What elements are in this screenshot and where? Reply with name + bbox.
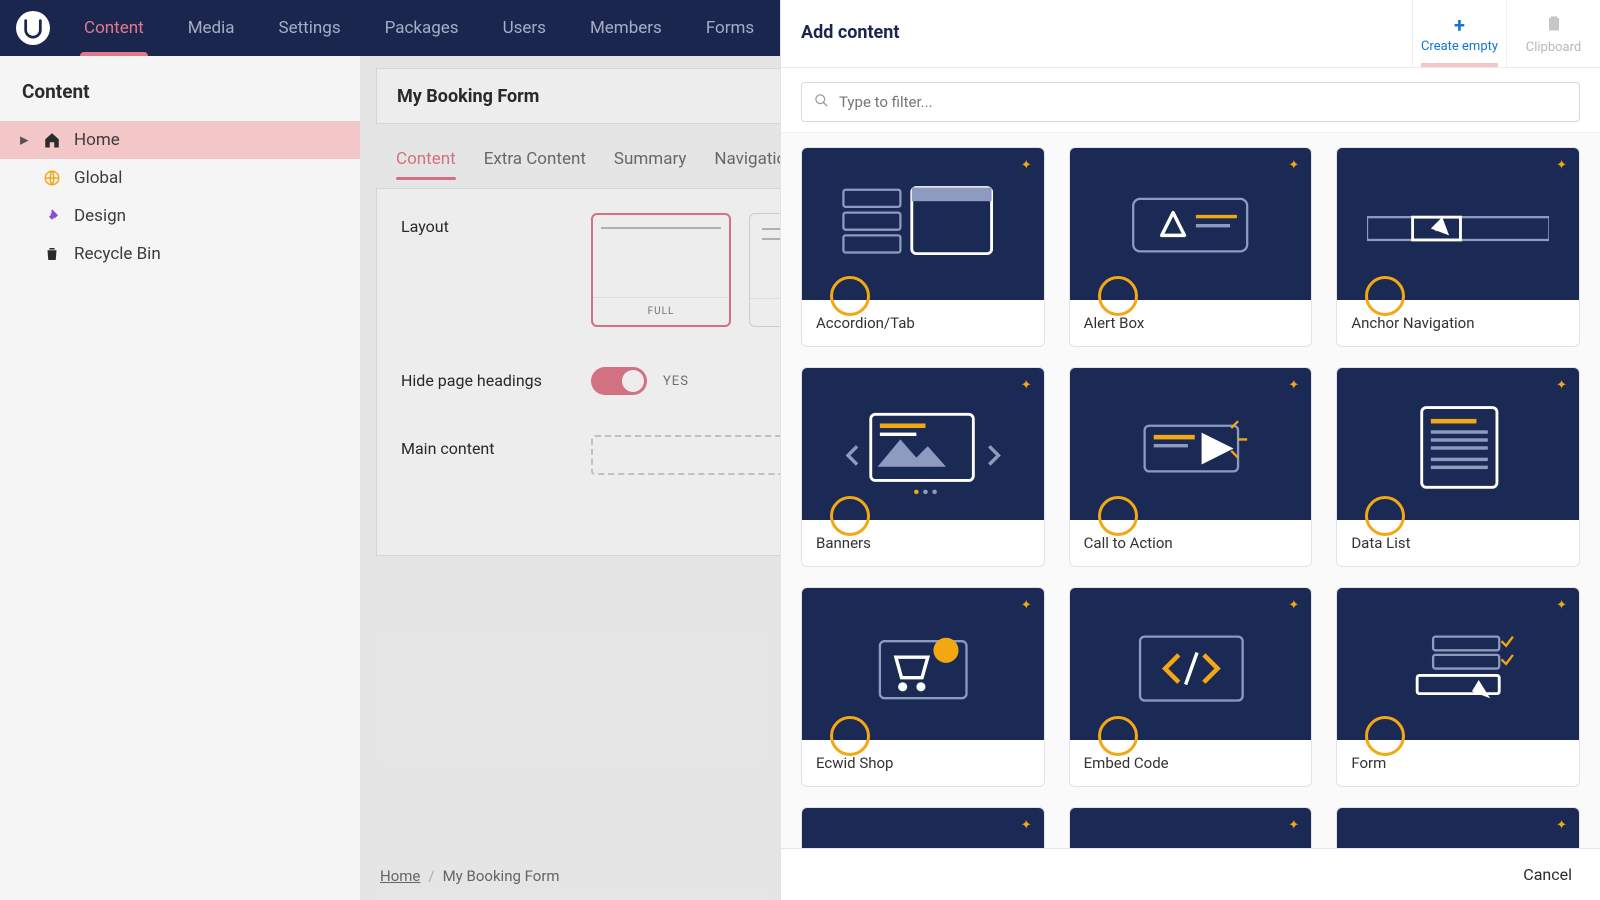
content-type-card[interactable]: ✦Anchor Navigation	[1336, 147, 1580, 347]
breadcrumb-separator: /	[428, 867, 434, 885]
nav-users[interactable]: Users	[485, 0, 564, 56]
layout-option-full[interactable]: FULL	[591, 213, 731, 327]
sidebar-heading: Content	[0, 70, 360, 121]
content-type-card[interactable]: ✦	[1336, 807, 1580, 848]
clipboard-label: Clipboard	[1526, 40, 1582, 55]
globe-icon	[42, 169, 62, 187]
hide-headings-value: YES	[663, 374, 689, 389]
plus-icon: +	[1454, 13, 1465, 37]
chevron-right-icon: ▸	[20, 130, 30, 150]
tree-item-label: Recycle Bin	[74, 244, 161, 264]
gallery-icon: ✦	[1070, 808, 1312, 848]
slideover-title: Add content	[781, 0, 1412, 67]
anchor-icon: ✦	[1337, 148, 1579, 300]
search-icon	[814, 93, 829, 112]
cta-icon: ✦	[1070, 368, 1312, 520]
link-icon: ✦	[1337, 808, 1579, 848]
hide-headings-toggle[interactable]	[591, 367, 647, 395]
content-type-card[interactable]: ✦Embed Code	[1069, 587, 1313, 787]
code-icon: ✦	[1070, 588, 1312, 740]
layout-label: Layout	[401, 213, 551, 236]
image-icon: ✦	[802, 808, 1044, 848]
create-empty-button[interactable]: + Create empty	[1412, 0, 1506, 67]
hide-headings-label: Hide page headings	[401, 367, 551, 390]
tab-summary[interactable]: Summary	[614, 134, 686, 184]
layout-option-caption: FULL	[593, 298, 729, 325]
breadcrumb-current: My Booking Form	[443, 867, 560, 885]
nav-media[interactable]: Media	[170, 0, 253, 56]
content-tree-sidebar: Content ▸ Home Global Design	[0, 56, 360, 900]
palette-icon	[42, 207, 62, 225]
shop-icon: ✦	[802, 588, 1044, 740]
content-type-card[interactable]: ✦Alert Box	[1069, 147, 1313, 347]
filter-box	[801, 82, 1580, 122]
content-type-card[interactable]: ✦Accordion/Tab	[801, 147, 1045, 347]
home-icon	[42, 131, 62, 149]
trash-icon	[42, 245, 62, 263]
create-empty-label: Create empty	[1421, 39, 1498, 54]
filter-input[interactable]	[839, 83, 1567, 121]
datalist-icon: ✦	[1337, 368, 1579, 520]
nav-settings[interactable]: Settings	[261, 0, 359, 56]
tree-item-design[interactable]: Design	[0, 197, 360, 235]
content-type-card[interactable]: ✦Banners	[801, 367, 1045, 567]
app-logo	[16, 11, 50, 45]
content-type-card[interactable]: ✦Ecwid Shop	[801, 587, 1045, 787]
nav-packages[interactable]: Packages	[367, 0, 477, 56]
main-content-label: Main content	[401, 435, 551, 458]
tree-item-recycle-bin[interactable]: Recycle Bin	[0, 235, 360, 273]
breadcrumb-home[interactable]: Home	[380, 867, 420, 885]
tab-extra-content[interactable]: Extra Content	[484, 134, 586, 184]
doc-title: My Booking Form	[397, 86, 539, 107]
slideover-header: Add content + Create empty Clipboard	[781, 0, 1600, 68]
tree-item-label: Home	[74, 130, 120, 150]
accordion-icon: ✦	[802, 148, 1044, 300]
content-type-card[interactable]: ✦	[801, 807, 1045, 848]
tree-item-label: Design	[74, 206, 126, 226]
content-type-card[interactable]: ✦Data List	[1336, 367, 1580, 567]
alert-icon: ✦	[1070, 148, 1312, 300]
nav-forms[interactable]: Forms	[688, 0, 772, 56]
nav-content[interactable]: Content	[66, 0, 162, 56]
cancel-button[interactable]: Cancel	[1523, 865, 1572, 884]
tree-item-global[interactable]: Global	[0, 159, 360, 197]
content-type-card[interactable]: ✦Form	[1336, 587, 1580, 787]
tree-item-label: Global	[74, 168, 122, 188]
tab-content[interactable]: Content	[396, 134, 456, 184]
form-icon: ✦	[1337, 588, 1579, 740]
clipboard-icon	[1544, 13, 1564, 38]
content-type-card[interactable]: ✦Call to Action	[1069, 367, 1313, 567]
content-type-card[interactable]: ✦	[1069, 807, 1313, 848]
nav-members[interactable]: Members	[572, 0, 680, 56]
tree-item-home[interactable]: ▸ Home	[0, 121, 360, 159]
banners-icon: ✦	[802, 368, 1044, 520]
clipboard-button[interactable]: Clipboard	[1506, 0, 1600, 67]
add-content-panel: Add content + Create empty Clipboard ✦Ac…	[780, 0, 1600, 900]
